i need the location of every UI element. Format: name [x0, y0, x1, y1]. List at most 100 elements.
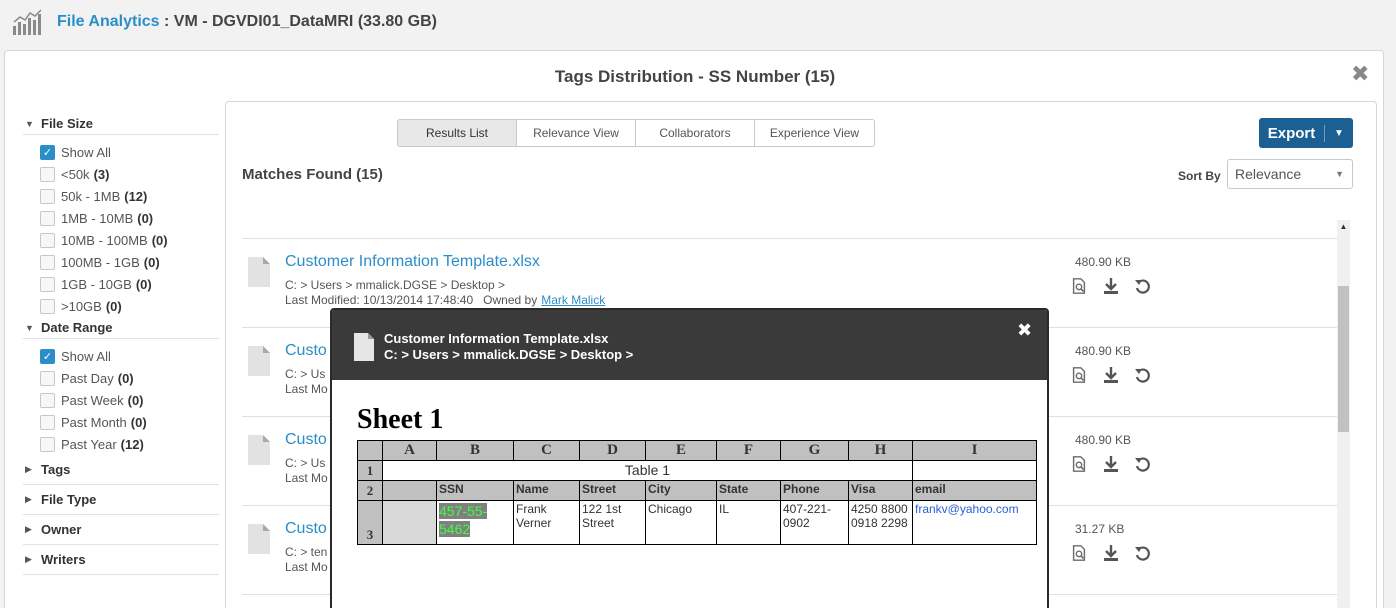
sort-by-select[interactable]: Relevance ▼	[1227, 159, 1353, 189]
date_range-option[interactable]: Past Year (12)	[23, 433, 219, 455]
header-cell: Street	[579, 480, 646, 501]
result-path: C: > Us	[285, 367, 326, 381]
result-modified: Last Mo	[285, 560, 328, 574]
restore-icon[interactable]	[1131, 363, 1155, 387]
app-title: File Analytics : VM - DGVDI01_DataMRI (3…	[57, 13, 437, 31]
table-cell: 407-221-0902	[780, 500, 849, 545]
option-label: Past Year	[61, 436, 117, 452]
restore-icon[interactable]	[1131, 452, 1155, 476]
owner-link[interactable]: Mark Malick	[541, 293, 605, 307]
download-icon[interactable]	[1099, 452, 1123, 476]
result-file-link[interactable]: Custo	[285, 431, 327, 449]
checkbox[interactable]	[40, 276, 55, 292]
modified-text: Last Modified: 10/13/2014 17:48:40	[285, 293, 474, 307]
filter-file-size-header[interactable]: ▼ File Size	[23, 113, 219, 135]
option-label: Past Week	[61, 392, 124, 408]
preview-icon[interactable]	[1067, 452, 1091, 476]
table-cell: IL	[716, 500, 781, 545]
caret-down-icon: ▼	[25, 322, 34, 333]
file-size: 480.90 KB	[1075, 344, 1132, 358]
header-cell: City	[645, 480, 717, 501]
filter-writers-header[interactable]: ▶ Writers	[23, 545, 219, 575]
preview-icon[interactable]	[1067, 363, 1091, 387]
checkbox[interactable]	[40, 254, 55, 270]
panel-close-icon[interactable]: ✖	[1351, 63, 1369, 85]
preview-icon[interactable]	[1067, 274, 1091, 298]
checkbox[interactable]	[40, 166, 55, 182]
export-button[interactable]: Export ▼	[1259, 118, 1353, 148]
scroll-thumb[interactable]	[1338, 286, 1349, 432]
caret-right-icon: ▶	[25, 494, 32, 504]
file-size-options: ✓ Show All <50k (3) 50k - 1MB (12) 1MB - 10MB(…	[23, 141, 219, 317]
row-actions	[1067, 452, 1155, 476]
restore-icon[interactable]	[1131, 274, 1155, 298]
file_size-option[interactable]: 10MB - 100MB (0)	[23, 229, 219, 251]
filter-owner-header[interactable]: ▶ Owner	[23, 515, 219, 545]
checkbox[interactable]: ✓	[40, 348, 55, 364]
header-cell: SSN	[436, 480, 514, 501]
result-file-link[interactable]: Customer Information Template.xlsx	[285, 253, 540, 271]
checkbox[interactable]	[40, 392, 55, 408]
checkbox[interactable]	[40, 232, 55, 248]
filter-sidebar: ▼ File Size ✓ Show All <50k (3) 50k - 1MB (12)…	[23, 113, 219, 575]
checkbox[interactable]	[40, 210, 55, 226]
option-label: 1GB - 10GB	[61, 276, 132, 292]
file_size-option[interactable]: <50k (3)	[23, 163, 219, 185]
chevron-down-icon[interactable]: ▼	[1325, 128, 1353, 139]
tab-collaborators[interactable]: Collaborators	[636, 120, 755, 146]
date_range-option[interactable]: Past Day (0)	[23, 367, 219, 389]
checkbox[interactable]	[40, 436, 55, 452]
tab-relevance-view[interactable]: Relevance View	[517, 120, 636, 146]
download-icon[interactable]	[1099, 541, 1123, 565]
date-range-options: ✓ Show All Past Day (0) Past Week (0) Past Mon…	[23, 345, 219, 455]
option-label: Past Day	[61, 370, 114, 386]
row-number: 2	[357, 480, 383, 501]
chevron-down-icon: ▼	[1335, 169, 1344, 179]
result-path: C: > Users > mmalick.DGSE > Desktop >	[285, 278, 506, 292]
header-cell: Phone	[780, 480, 849, 501]
filter-date-range-header[interactable]: ▼ Date Range	[23, 317, 219, 339]
column-header: E	[645, 440, 717, 461]
date_range-option[interactable]: Past Month (0)	[23, 411, 219, 433]
download-icon[interactable]	[1099, 363, 1123, 387]
modified-text: Last Mo	[285, 560, 328, 574]
column-header: F	[716, 440, 781, 461]
column-header: I	[912, 440, 1037, 461]
result-file-link[interactable]: Custo	[285, 342, 327, 360]
option-count: (12)	[124, 188, 148, 204]
file_size-option[interactable]: 50k - 1MB (12)	[23, 185, 219, 207]
results-scrollbar[interactable]: ▲	[1337, 220, 1350, 608]
file_size-option[interactable]: 1GB - 10GB (0)	[23, 273, 219, 295]
download-icon[interactable]	[1099, 274, 1123, 298]
column-header: D	[579, 440, 646, 461]
option-count: (0)	[127, 392, 144, 408]
checkbox[interactable]	[40, 188, 55, 204]
scroll-up-icon[interactable]: ▲	[1337, 222, 1350, 231]
file_size-option[interactable]: >10GB (0)	[23, 295, 219, 317]
result-modified: Last Mo	[285, 471, 328, 485]
preview-icon[interactable]	[1067, 541, 1091, 565]
tab-experience-view[interactable]: Experience View	[755, 120, 874, 146]
file-analytics-link[interactable]: File Analytics	[57, 13, 160, 30]
option-count: (0)	[151, 232, 168, 248]
date_range-option[interactable]: Past Week (0)	[23, 389, 219, 411]
analytics-chart-icon	[13, 9, 42, 35]
restore-icon[interactable]	[1131, 541, 1155, 565]
file_size-option[interactable]: 100MB - 1GB (0)	[23, 251, 219, 273]
modal-close-icon[interactable]: ✖	[1017, 321, 1032, 339]
date_range-option[interactable]: ✓ Show All	[23, 345, 219, 367]
file-size: 31.27 KB	[1075, 522, 1125, 536]
checkbox[interactable]	[40, 370, 55, 386]
checkbox[interactable]: ✓	[40, 144, 55, 160]
file_size-option[interactable]: ✓ Show All	[23, 141, 219, 163]
row-number: 3	[357, 500, 383, 545]
table-cell: Chicago	[645, 500, 717, 545]
result-modified: Last Mo	[285, 382, 328, 396]
filter-file-type-header[interactable]: ▶ File Type	[23, 485, 219, 515]
checkbox[interactable]	[40, 414, 55, 430]
filter-tags-header[interactable]: ▶ Tags	[23, 455, 219, 485]
tab-results-list[interactable]: Results List	[398, 120, 517, 146]
file_size-option[interactable]: 1MB - 10MB (0)	[23, 207, 219, 229]
result-file-link[interactable]: Custo	[285, 520, 327, 538]
checkbox[interactable]	[40, 298, 55, 314]
